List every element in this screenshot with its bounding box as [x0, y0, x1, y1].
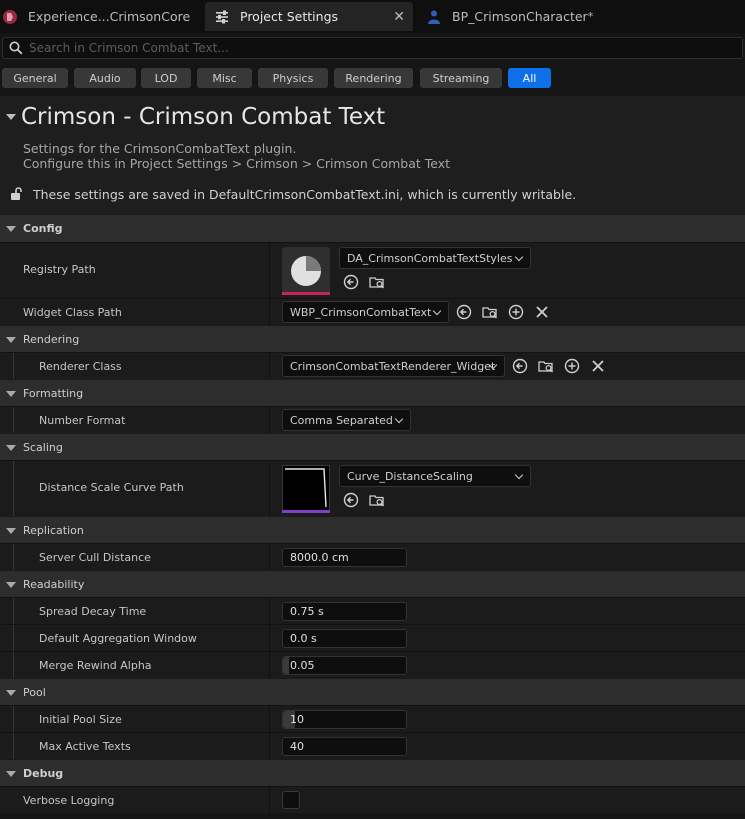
section-readability[interactable]: Readability	[0, 570, 745, 597]
chevron-down-icon	[432, 306, 442, 316]
category-filters: General Audio LOD Misc Physics Rendering…	[0, 66, 745, 90]
section-scaling[interactable]: Scaling	[0, 433, 745, 460]
add-icon[interactable]	[508, 304, 524, 320]
number-format-dropdown[interactable]: Comma Separated	[282, 409, 411, 431]
settings-description: Settings for the CrimsonCombatText plugi…	[23, 141, 451, 171]
slider-fill	[283, 657, 290, 674]
row-distance-scale-curve: Distance Scale Curve Path Curve_Distance…	[0, 460, 745, 516]
tab-bp-crimson-character[interactable]: BP_CrimsonCharacter *	[418, 2, 618, 31]
use-selected-icon[interactable]	[343, 492, 359, 508]
row-initial-pool-size: Initial Pool Size 10	[0, 705, 745, 732]
tab-project-settings[interactable]: Project Settings ✕	[205, 2, 413, 31]
registry-path-dropdown[interactable]: DA_CrimsonCombatTextStyles	[339, 247, 531, 269]
search-icon	[9, 41, 23, 55]
section-debug[interactable]: Debug	[0, 759, 745, 786]
use-selected-icon[interactable]	[343, 274, 359, 290]
filter-lod[interactable]: LOD	[141, 68, 191, 88]
browse-folder-icon[interactable]	[482, 304, 498, 320]
section-formatting[interactable]: Formatting	[0, 379, 745, 406]
widget-class-dropdown[interactable]: WBP_CrimsonCombatText	[282, 301, 449, 323]
server-cull-distance-input[interactable]: 8000.0 cm	[282, 548, 407, 567]
unlocked-icon	[11, 187, 22, 200]
collapse-arrow-icon[interactable]	[6, 771, 16, 777]
aggregation-window-input[interactable]: 0.0 s	[282, 629, 407, 648]
curve-path-dropdown[interactable]: Curve_DistanceScaling	[339, 465, 531, 487]
use-selected-icon[interactable]	[512, 358, 528, 374]
merge-rewind-alpha-slider[interactable]: 0.05	[282, 656, 407, 675]
search-input[interactable]	[29, 40, 729, 56]
tab-label: BP_CrimsonCharacter	[452, 9, 588, 24]
config-file-status: These settings are saved in DefaultCrims…	[33, 187, 577, 202]
settings-header: Crimson - Crimson Combat Text Settings f…	[0, 96, 745, 214]
collapse-arrow-icon[interactable]	[6, 114, 16, 120]
collapse-arrow-icon[interactable]	[6, 337, 16, 343]
property-list: Config Registry Path DA_CrimsonCombatTex…	[0, 214, 745, 813]
chevron-down-icon	[514, 252, 524, 262]
collapse-arrow-icon[interactable]	[6, 528, 16, 534]
filter-all[interactable]: All	[508, 68, 551, 88]
unreal-logo-icon	[3, 9, 17, 24]
add-icon[interactable]	[564, 358, 580, 374]
section-pool[interactable]: Pool	[0, 678, 745, 705]
curve-thumbnail[interactable]	[282, 465, 330, 513]
pie-asset-icon	[282, 256, 330, 295]
row-number-format: Number Format Comma Separated	[0, 406, 745, 433]
collapse-arrow-icon[interactable]	[6, 582, 16, 588]
row-max-active-texts: Max Active Texts 40	[0, 732, 745, 759]
browse-folder-icon[interactable]	[369, 492, 385, 508]
filter-audio[interactable]: Audio	[74, 68, 136, 88]
row-widget-class-path: Widget Class Path WBP_CrimsonCombatText	[0, 298, 745, 325]
chevron-down-icon	[394, 414, 404, 424]
filter-rendering[interactable]: Rendering	[334, 68, 413, 88]
max-active-texts-input[interactable]: 40	[282, 737, 407, 756]
row-default-aggregation-window: Default Aggregation Window 0.0 s	[0, 624, 745, 651]
tab-label: Project Settings	[240, 9, 339, 24]
tab-experience[interactable]: Experience...CrimsonCore	[0, 2, 202, 31]
section-config[interactable]: Config	[0, 214, 745, 242]
collapse-arrow-icon[interactable]	[6, 445, 16, 451]
use-selected-icon[interactable]	[456, 304, 472, 320]
renderer-class-dropdown[interactable]: CrimsonCombatTextRenderer_Widget	[282, 355, 505, 377]
page-title: Crimson - Crimson Combat Text	[21, 104, 386, 130]
row-spread-decay-time: Spread Decay Time 0.75 s	[0, 597, 745, 624]
curve-asset-icon	[282, 465, 330, 513]
spread-decay-time-input[interactable]: 0.75 s	[282, 602, 407, 621]
collapse-arrow-icon[interactable]	[6, 690, 16, 696]
blueprint-character-icon	[428, 10, 440, 24]
asset-thumbnail[interactable]	[282, 247, 330, 295]
settings-sliders-icon	[216, 10, 228, 23]
filter-streaming[interactable]: Streaming	[420, 68, 502, 88]
filter-misc[interactable]: Misc	[197, 68, 252, 88]
filter-general[interactable]: General	[2, 68, 68, 88]
tab-label: Experience...CrimsonCore	[28, 9, 191, 24]
row-server-cull-distance: Server Cull Distance 8000.0 cm	[0, 543, 745, 570]
clear-icon[interactable]	[534, 304, 550, 320]
collapse-arrow-icon[interactable]	[6, 391, 16, 397]
browse-folder-icon[interactable]	[369, 274, 385, 290]
verbose-logging-checkbox[interactable]	[282, 791, 300, 809]
row-verbose-logging: Verbose Logging	[0, 786, 745, 813]
section-rendering[interactable]: Rendering	[0, 325, 745, 352]
filter-physics[interactable]: Physics	[258, 68, 328, 88]
row-renderer-class: Renderer Class CrimsonCombatTextRenderer…	[0, 352, 745, 379]
row-registry-path: Registry Path DA_CrimsonCombatTextStyles	[0, 242, 745, 298]
tab-bar: Experience...CrimsonCore Project Setting…	[0, 0, 745, 33]
chevron-down-icon	[514, 470, 524, 480]
section-replication[interactable]: Replication	[0, 516, 745, 543]
initial-pool-size-slider[interactable]: 10	[282, 710, 407, 729]
browse-folder-icon[interactable]	[538, 358, 554, 374]
row-merge-rewind-alpha: Merge Rewind Alpha 0.05	[0, 651, 745, 678]
clear-icon[interactable]	[590, 358, 606, 374]
close-icon[interactable]: ✕	[393, 9, 405, 25]
search-bar	[2, 37, 743, 59]
collapse-arrow-icon[interactable]	[6, 226, 16, 232]
